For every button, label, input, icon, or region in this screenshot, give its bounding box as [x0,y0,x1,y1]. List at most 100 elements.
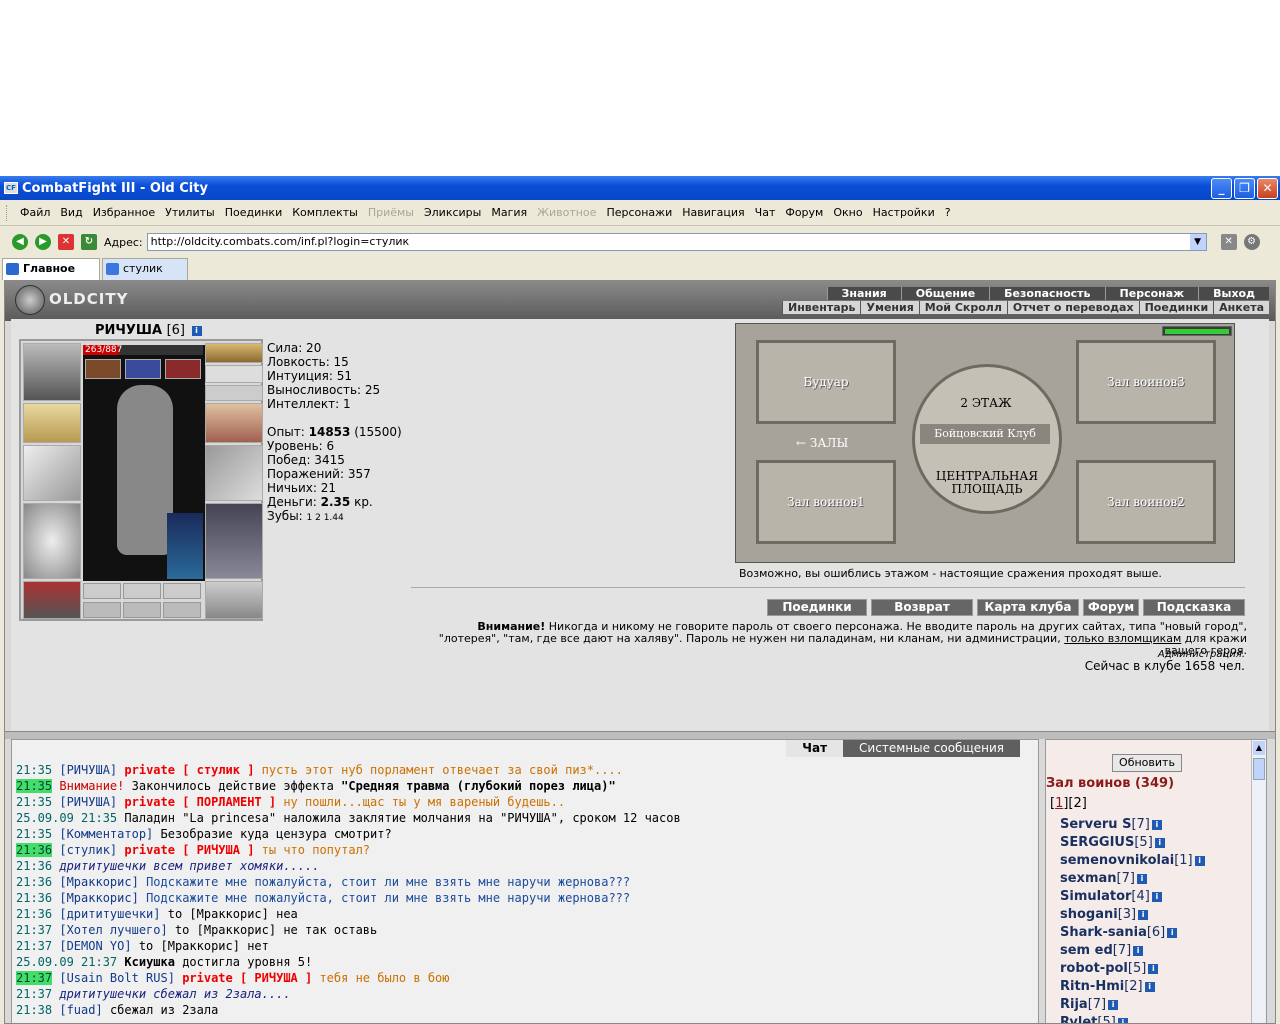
chat-time[interactable]: 21:38 [16,1003,52,1017]
action-button[interactable]: Форум [1083,599,1139,616]
user-list-item[interactable]: Simulator[4] i [1060,888,1205,906]
chat-time[interactable]: 21:36 [16,859,52,873]
refresh-icon[interactable]: ↻ [81,234,97,250]
scroll-up-icon[interactable]: ▲ [1253,741,1265,755]
user-name[interactable]: shogani [1060,907,1118,922]
menu-item[interactable]: Избранное [88,206,160,219]
user-name[interactable]: Rija [1060,997,1088,1012]
sub-nav-item[interactable]: Инвентарь [782,301,860,314]
address-input[interactable]: http://oldcity.combats.com/inf.pl?login=… [146,233,1207,251]
menu-item[interactable]: Чат [750,206,781,219]
rings-slot[interactable] [205,385,263,401]
user-name[interactable]: sem ed [1060,943,1113,958]
info-icon[interactable]: i [1138,909,1149,920]
belt-slot[interactable] [23,581,81,619]
tab-stulik[interactable]: стулик [102,258,188,280]
gloves-slot[interactable] [205,403,263,443]
user-list-item[interactable]: Serveru S[7] i [1060,816,1205,834]
action-button[interactable]: Карта клуба [977,599,1079,616]
info-icon[interactable]: i [1154,837,1165,848]
weapon-left-slot[interactable] [23,445,81,501]
user-name[interactable]: Rylet [1060,1015,1097,1023]
close-tab-icon[interactable]: ✕ [1220,234,1237,250]
chat-bold-nick[interactable]: Ксиушка [124,955,175,969]
rune-slot[interactable] [163,602,201,618]
amulet-slot[interactable] [205,343,263,363]
effect-icon[interactable] [85,359,121,379]
chat-time[interactable]: 21:35 [16,763,52,777]
chat-time[interactable]: 21:35 [16,827,52,841]
room-warriors-1[interactable]: Зал воинов1 [756,460,896,544]
rune-slot[interactable] [163,583,201,599]
info-icon[interactable]: i [1151,891,1162,902]
chat-time[interactable]: 21:37 [16,923,52,937]
tab-system-messages[interactable]: Системные сообщения [843,740,1020,757]
minimize-button[interactable]: _ [1211,178,1232,199]
pet-icon[interactable] [167,513,203,579]
user-name[interactable]: semenovnikolai [1060,853,1174,868]
user-name[interactable]: robot-pol [1060,961,1128,976]
chat-nick[interactable]: [Мраккорис] [59,891,138,905]
info-icon[interactable]: i [191,325,202,336]
info-icon[interactable]: i [1167,927,1178,938]
info-icon[interactable]: i [1144,981,1155,992]
armor-slot[interactable] [23,503,81,579]
top-nav-item[interactable]: Выход [1198,287,1269,300]
stop-icon[interactable]: ✕ [58,234,74,250]
info-icon[interactable]: i [1148,963,1159,974]
user-list-item[interactable]: robot-pol[5] i [1060,960,1205,978]
menu-item[interactable]: Поединки [220,206,288,219]
page-2-link[interactable]: 2 [1074,796,1082,811]
user-list-item[interactable]: Shark-sania[6] i [1060,924,1205,942]
user-name[interactable]: Simulator [1060,889,1131,904]
user-list-item[interactable]: shogani[3] i [1060,906,1205,924]
room-warriors-3[interactable]: Зал воинов3 [1076,340,1216,424]
info-icon[interactable]: i [1151,819,1162,830]
chat-nick[interactable]: [fuad] [59,1003,102,1017]
central-square[interactable]: ЦЕНТРАЛЬНАЯ ПЛОЩАДЬ [922,470,1052,496]
forward-icon[interactable]: ▶ [35,234,51,250]
sub-nav-item[interactable]: Поединки [1138,301,1214,314]
chat-time[interactable]: 21:35 [16,795,52,809]
chat-splitter[interactable] [5,731,1275,739]
helmet-slot[interactable] [23,343,81,401]
user-list-item[interactable]: Rija[7] i [1060,996,1205,1014]
fight-club-link[interactable]: Бойцовский Клуб [920,424,1050,444]
info-icon[interactable]: i [1133,945,1144,956]
user-list-item[interactable]: sem ed[7] i [1060,942,1205,960]
character-name[interactable]: РИЧУША [6] i [95,323,202,338]
menu-item[interactable]: Настройки [868,206,940,219]
sub-nav-item[interactable]: Мой Скролл [918,301,1007,314]
menu-item[interactable]: Приёмы [363,206,419,219]
chat-nick-italic[interactable]: дрититушечки [59,987,146,1001]
chat-nick[interactable]: [РИЧУША] [59,763,117,777]
refresh-button[interactable]: Обновить [1112,754,1182,772]
chat-nick[interactable]: [Мраккорис] [59,875,138,889]
tab-main[interactable]: Главное [2,258,100,280]
rune-slot[interactable] [83,583,121,599]
earrings-slot[interactable] [205,365,263,383]
info-icon[interactable]: i [1108,999,1119,1010]
tab-chat[interactable]: Чат [786,740,844,757]
rune-slot[interactable] [123,583,161,599]
user-name[interactable]: SERGGIUS [1060,835,1134,850]
leggings-slot[interactable] [205,503,263,579]
chat-time[interactable]: 21:37 [16,987,52,1001]
halls-link[interactable]: ← ЗАЛЫ [796,436,848,450]
chat-time[interactable]: 21:37 [16,939,52,953]
chat-time[interactable]: 21:35 [16,779,53,793]
user-name[interactable]: sexman [1060,871,1117,886]
chat-private-tag[interactable]: private [ стулик ] [124,763,254,777]
back-icon[interactable]: ◀ [12,234,28,250]
effect-icon[interactable] [125,359,161,379]
chat-nick[interactable]: [Комментатор] [59,827,153,841]
user-list-item[interactable]: SERGGIUS[5] i [1060,834,1205,852]
menu-item[interactable]: Вид [55,206,87,219]
menu-item[interactable]: Эликсиры [419,206,486,219]
chat-time[interactable]: 21:36 [16,891,52,905]
menu-item[interactable]: Файл [15,206,55,219]
user-list-scrollbar[interactable]: ▲ [1251,740,1266,1023]
chat-nick[interactable]: [РИЧУША] [59,795,117,809]
room-boudoir[interactable]: Будуар [756,340,896,424]
chat-private-tag[interactable]: private [ ПОРЛАМЕНТ ] [124,795,276,809]
